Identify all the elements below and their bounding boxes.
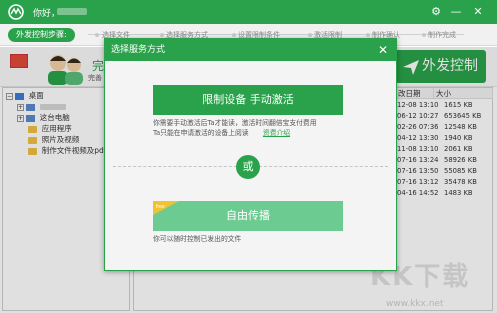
greeting-text: 你好， <box>33 9 61 19</box>
close-button[interactable]: ✕ <box>470 4 486 20</box>
restricted-desc-line1: 你需要手动激活后Ta才能读，激活时间翻倍宝支付费用 <box>153 119 317 127</box>
or-badge: 或 <box>236 155 260 179</box>
step-dot <box>366 33 370 37</box>
dialog-title: 选择服务方式 <box>111 45 166 55</box>
dialog-header: 选择服务方式 ✕ <box>105 39 396 61</box>
pricing-link[interactable]: 资费介绍 <box>263 129 290 137</box>
title-bar: 你好， ⚙ — ✕ <box>0 0 497 24</box>
free-distribution-button[interactable]: 自由传播 <box>153 201 343 231</box>
free-desc: 你可以随时控制已发出的文件 <box>153 235 242 243</box>
restricted-desc-text: Ta只能在申请激活的设备上阅读 <box>153 129 249 137</box>
step-label: 外发控制步骤: <box>8 28 75 42</box>
free-tag-icon: free <box>153 201 179 215</box>
step-dot <box>95 33 99 37</box>
step-dot <box>422 33 426 37</box>
restricted-desc-line2: Ta只能在申请激活的设备上阅读 资费介绍 <box>153 129 290 138</box>
username-redacted <box>57 8 87 15</box>
app-logo-icon <box>8 4 24 20</box>
minimize-button[interactable]: — <box>448 4 464 20</box>
step-dot <box>160 33 164 37</box>
gear-icon[interactable]: ⚙ <box>428 4 444 20</box>
dialog-close-button[interactable]: ✕ <box>376 42 390 58</box>
svg-text:free: free <box>156 204 165 210</box>
service-mode-dialog: 选择服务方式 ✕ 限制设备 手动激活 你需要手动激活后Ta才能读，激活时间翻倍宝… <box>104 38 397 271</box>
step-6: 制作完成 <box>428 31 456 39</box>
restricted-device-button[interactable]: 限制设备 手动激活 <box>153 85 343 115</box>
step-dot <box>308 33 312 37</box>
step-dot <box>232 33 236 37</box>
